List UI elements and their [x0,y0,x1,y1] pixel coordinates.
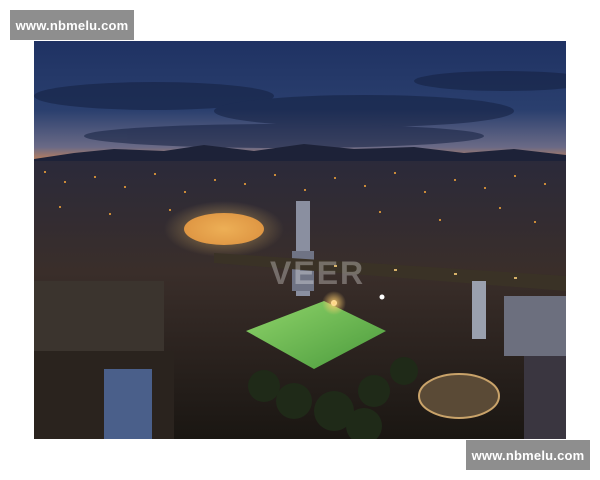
floodlight-glow [322,291,346,315]
veer-watermark: VEER [270,255,366,291]
water-tower [472,281,486,339]
city-night-photo: VEER [34,41,566,439]
left-buildings [34,281,174,439]
circular-plaza [418,373,500,419]
dome-glow [164,201,284,257]
watermark-badge-bottom: www.nbmelu.com [466,440,590,470]
watermark-badge-top: www.nbmelu.com [10,10,134,40]
floodlight [379,294,385,300]
city-scene-illustration [34,41,566,439]
